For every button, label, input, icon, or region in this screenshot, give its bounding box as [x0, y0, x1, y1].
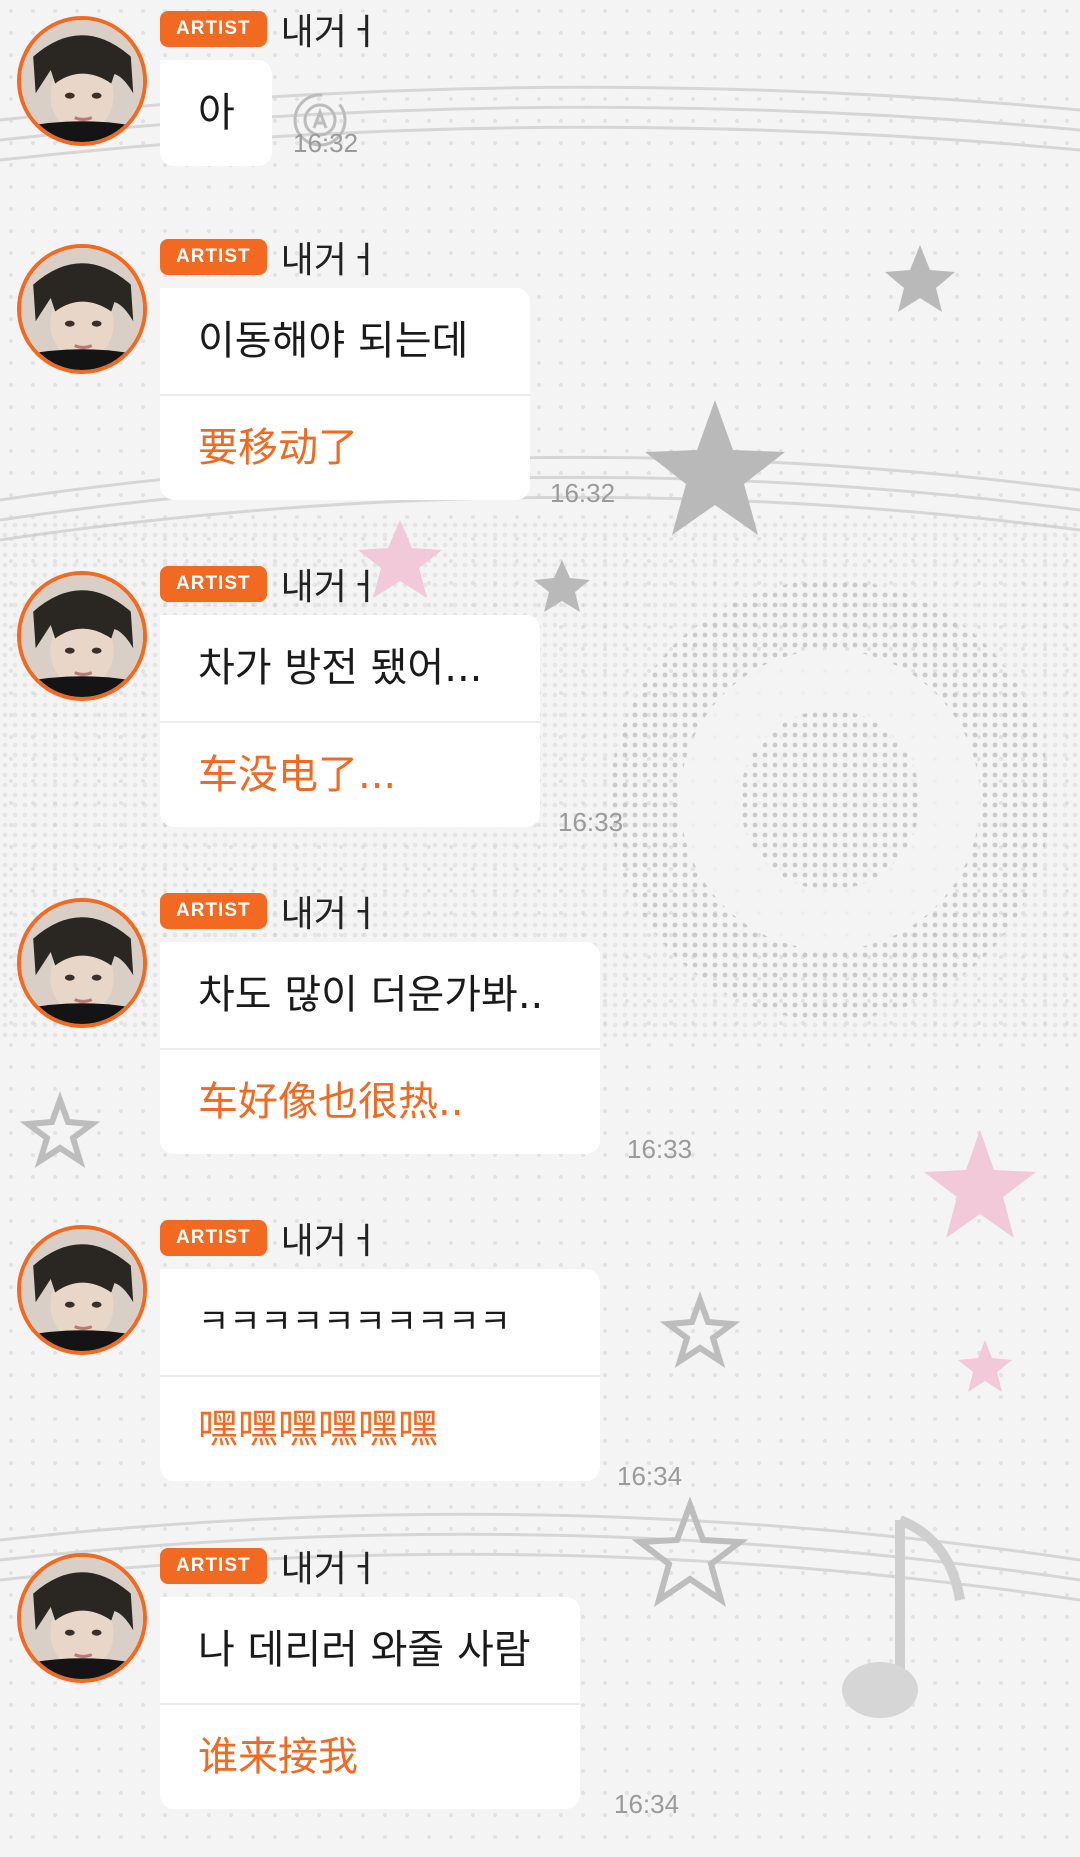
message-bubble[interactable]: 차가 방전 됐어... 车没电了...	[160, 615, 540, 827]
avatar[interactable]	[17, 16, 147, 146]
artist-badge: ARTIST	[160, 239, 267, 275]
artist-badge: ARTIST	[160, 1220, 267, 1256]
sender-name[interactable]: 내거ㅓ	[281, 1540, 380, 1592]
message-header: ARTIST 내거ㅓ	[160, 236, 380, 281]
timestamp: 16:34	[617, 1461, 683, 1491]
original-text: 차도 많이 더운가봐..	[198, 972, 544, 1018]
message: ARTIST 내거ㅓ 아 16:32	[0, 8, 1080, 198]
timestamp: 16:32	[293, 128, 359, 158]
timestamp: 16:33	[627, 1134, 693, 1164]
message: ARTIST 내거ㅓ ㅋㅋㅋㅋㅋㅋㅋㅋㅋㅋ 嘿嘿嘿嘿嘿嘿 16:34	[0, 1217, 1080, 1491]
timestamp: 16:34	[614, 1789, 680, 1819]
message: ARTIST 내거ㅓ 차가 방전 됐어... 车没电了... 16:33	[0, 563, 1080, 837]
avatar[interactable]	[17, 1553, 147, 1683]
avatar[interactable]	[17, 244, 147, 374]
message-header: ARTIST 내거ㅓ	[160, 1217, 380, 1262]
message-bubble[interactable]: 나 데리러 와줄 사람 谁来接我	[160, 1597, 580, 1809]
timestamp: 16:32	[550, 478, 616, 508]
translation-text: 嘿嘿嘿嘿嘿嘿	[198, 1406, 438, 1452]
message-bubble[interactable]: 이동해야 되는데 要移动了	[160, 288, 530, 500]
message: ARTIST 내거ㅓ 나 데리러 와줄 사람 谁来接我 16:34	[0, 1545, 1080, 1819]
message-bubble[interactable]: ㅋㅋㅋㅋㅋㅋㅋㅋㅋㅋ 嘿嘿嘿嘿嘿嘿	[160, 1269, 600, 1481]
artist-badge: ARTIST	[160, 893, 267, 929]
message-header: ARTIST 내거ㅓ	[160, 563, 380, 608]
message-header: ARTIST 내거ㅓ	[160, 1545, 380, 1590]
original-text: 차가 방전 됐어...	[198, 645, 483, 691]
translation-text: 车好像也很热..	[198, 1079, 464, 1125]
avatar[interactable]	[17, 898, 147, 1028]
sender-name[interactable]: 내거ㅓ	[281, 231, 380, 283]
timestamp: 16:33	[558, 807, 624, 837]
message: ARTIST 내거ㅓ 이동해야 되는데 要移动了 16:32	[0, 236, 1080, 508]
message-header: ARTIST 내거ㅓ	[160, 890, 380, 935]
message-bubble[interactable]: 차도 많이 더운가봐.. 车好像也很热..	[160, 942, 600, 1154]
original-text: 아	[198, 90, 235, 136]
message-bubble[interactable]: 아	[160, 60, 272, 166]
original-text: ㅋㅋㅋㅋㅋㅋㅋㅋㅋㅋ	[198, 1302, 511, 1342]
avatar[interactable]	[17, 571, 147, 701]
artist-badge: ARTIST	[160, 1548, 267, 1584]
translation-text: 要移动了	[198, 425, 358, 471]
avatar[interactable]	[17, 1225, 147, 1355]
message-header: ARTIST 내거ㅓ	[160, 8, 380, 53]
artist-badge: ARTIST	[160, 566, 267, 602]
original-text: 나 데리러 와줄 사람	[198, 1627, 531, 1673]
message: ARTIST 내거ㅓ 차도 많이 더운가봐.. 车好像也很热.. 16:33	[0, 890, 1080, 1164]
sender-name[interactable]: 내거ㅓ	[281, 885, 380, 937]
sender-name[interactable]: 내거ㅓ	[281, 558, 380, 610]
translation-text: 车没电了...	[198, 752, 397, 798]
sender-name[interactable]: 내거ㅓ	[281, 3, 380, 55]
sender-name[interactable]: 내거ㅓ	[281, 1212, 380, 1264]
artist-badge: ARTIST	[160, 11, 267, 47]
original-text: 이동해야 되는데	[198, 318, 469, 364]
translation-text: 谁来接我	[198, 1734, 358, 1780]
